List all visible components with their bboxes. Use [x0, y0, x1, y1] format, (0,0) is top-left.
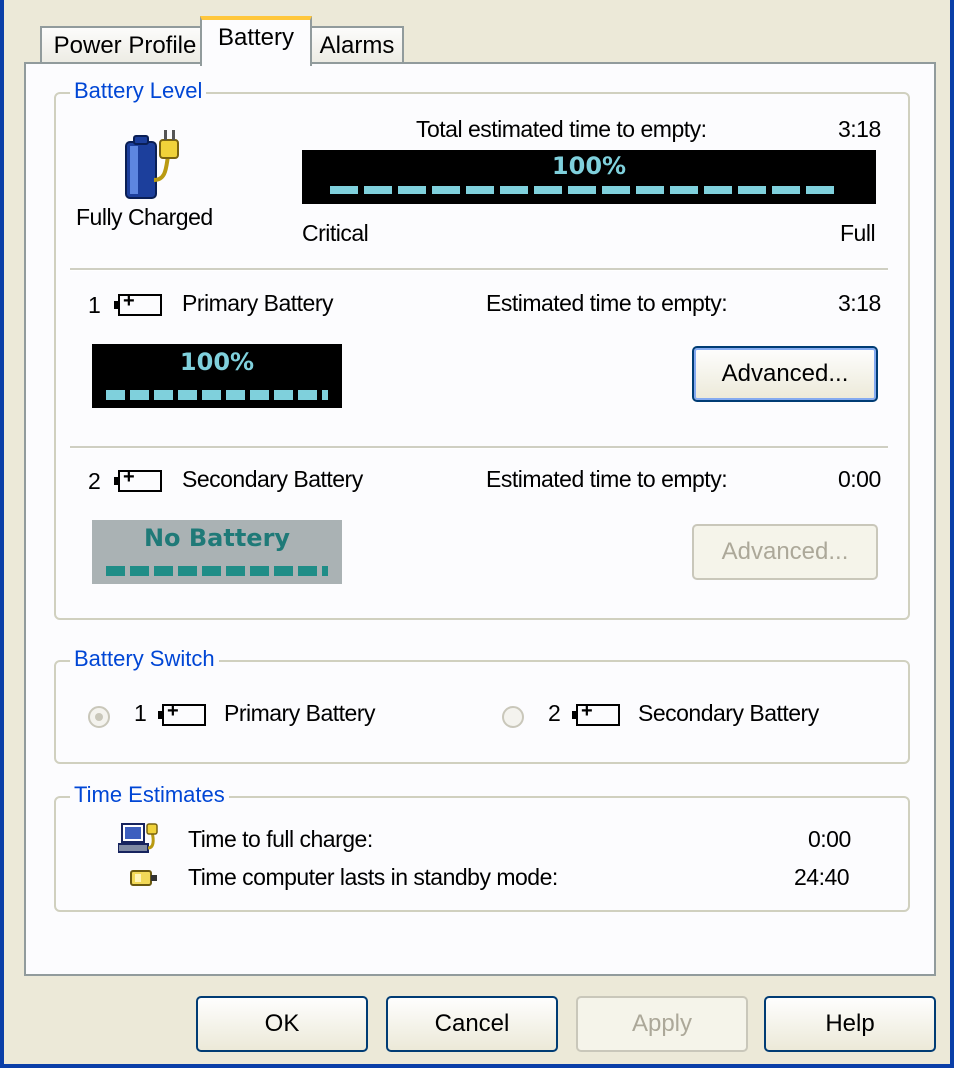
secondary-time-label: Estimated time to empty: — [486, 466, 728, 492]
scale-critical-label: Critical — [302, 220, 369, 246]
time-estimates-group: Time Estimates Time to full charge: 0:00… — [54, 782, 910, 912]
secondary-battery-radio[interactable] — [502, 706, 524, 728]
cancel-button[interactable]: Cancel — [386, 996, 558, 1052]
time-estimates-title: Time Estimates — [70, 782, 229, 808]
secondary-advanced-button[interactable]: Advanced... — [692, 524, 878, 580]
battery-switch-group: Battery Switch 1 Primary Battery 2 Secon… — [54, 646, 910, 764]
secondary-battery-name: Secondary Battery — [182, 466, 363, 492]
apply-button[interactable]: Apply — [576, 996, 748, 1052]
total-battery-percent: 100% — [551, 152, 627, 180]
battery-icon — [114, 466, 162, 492]
total-battery-bar — [330, 186, 840, 194]
ok-button[interactable]: OK — [196, 996, 368, 1052]
battery-switch-title: Battery Switch — [70, 646, 219, 672]
battery-icon — [158, 700, 206, 726]
switch-primary-number: 1 — [134, 700, 147, 726]
standby-label: Time computer lasts in standby mode: — [188, 864, 558, 890]
primary-battery-name: Primary Battery — [182, 290, 333, 316]
standby-battery-icon — [130, 870, 157, 886]
secondary-battery-text: No Battery — [143, 524, 291, 552]
battery-icon — [114, 290, 162, 316]
total-battery-meter: 100% — [302, 150, 876, 204]
secondary-time-value: 0:00 — [838, 466, 881, 492]
battery-icon — [572, 700, 620, 726]
switch-secondary-label[interactable]: Secondary Battery — [638, 700, 819, 727]
battery-level-group: Battery Level Fully Charged Total estima… — [54, 78, 910, 620]
battery-with-plug-icon — [125, 130, 179, 199]
tab-panel: Battery Level Fully Charged Total estima… — [24, 62, 936, 976]
standby-value: 24:40 — [794, 864, 850, 890]
primary-battery-bar — [106, 390, 328, 400]
tab-power-profile[interactable]: Power Profile — [40, 26, 210, 64]
switch-secondary-number: 2 — [548, 700, 561, 726]
battery-status-label: Fully Charged — [76, 204, 213, 230]
scale-full-label: Full — [840, 220, 876, 246]
total-time-value: 3:18 — [838, 116, 881, 142]
primary-battery-percent: 100% — [179, 348, 255, 376]
primary-battery-meter: 100% — [92, 344, 342, 408]
full-charge-value: 0:00 — [808, 826, 851, 852]
primary-advanced-button[interactable]: Advanced... — [692, 346, 878, 402]
tab-battery[interactable]: Battery — [200, 16, 312, 66]
primary-time-value: 3:18 — [838, 290, 881, 316]
divider — [70, 446, 888, 449]
switch-primary-label[interactable]: Primary Battery — [224, 700, 375, 727]
laptop-plug-icon — [118, 823, 158, 853]
full-charge-label: Time to full charge: — [188, 826, 373, 852]
primary-battery-radio[interactable] — [88, 706, 110, 728]
primary-battery-number: 1 — [88, 292, 101, 318]
tab-alarms[interactable]: Alarms — [310, 26, 404, 64]
primary-time-label: Estimated time to empty: — [486, 290, 728, 316]
total-time-label: Total estimated time to empty: — [416, 116, 707, 142]
secondary-battery-meter: No Battery — [92, 520, 342, 584]
battery-level-title: Battery Level — [70, 78, 207, 104]
help-button[interactable]: Help — [764, 996, 936, 1052]
divider — [70, 268, 888, 271]
secondary-battery-number: 2 — [88, 468, 101, 494]
secondary-battery-bar — [106, 566, 328, 576]
battery-dialog: Power Profile Battery Alarms Battery Lev… — [0, 0, 954, 1068]
